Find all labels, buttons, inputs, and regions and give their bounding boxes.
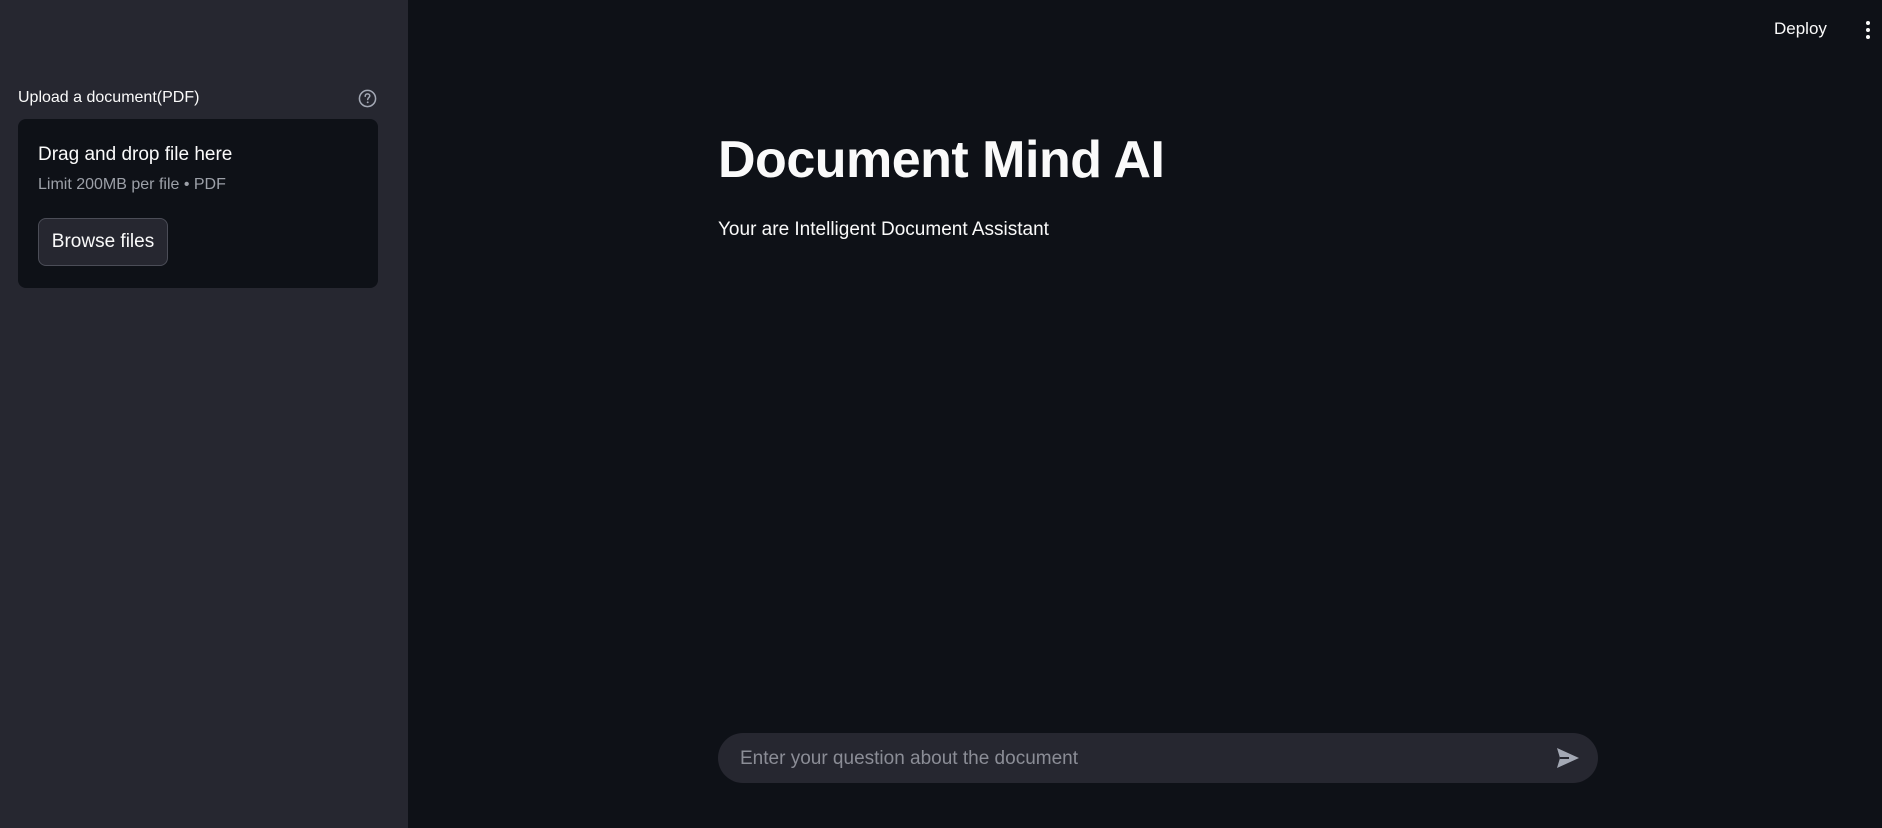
file-dropzone[interactable]: Drag and drop file here Limit 200MB per …	[18, 119, 378, 288]
page-subtitle: Your are Intelligent Document Assistant	[718, 219, 1049, 240]
chat-input[interactable]	[738, 733, 1542, 785]
uploader-label: Upload a document(PDF)	[18, 89, 200, 106]
page-title: Document Mind AI	[718, 131, 1165, 189]
deploy-button[interactable]: Deploy	[1774, 19, 1827, 39]
browse-files-button[interactable]: Browse files	[38, 218, 168, 266]
main-content: Deploy Document Mind AI Your are Intelli…	[408, 0, 1882, 828]
dropzone-limit-text: Limit 200MB per file • PDF	[38, 176, 226, 193]
kebab-menu-icon[interactable]	[1856, 18, 1880, 42]
send-icon[interactable]	[1554, 745, 1582, 771]
sidebar: Upload a document(PDF) Drag and drop fil…	[0, 0, 408, 828]
chat-input-container	[718, 733, 1598, 785]
dropzone-title: Drag and drop file here	[38, 144, 233, 165]
help-icon[interactable]	[358, 89, 377, 108]
app-window: Upload a document(PDF) Drag and drop fil…	[0, 0, 1882, 828]
